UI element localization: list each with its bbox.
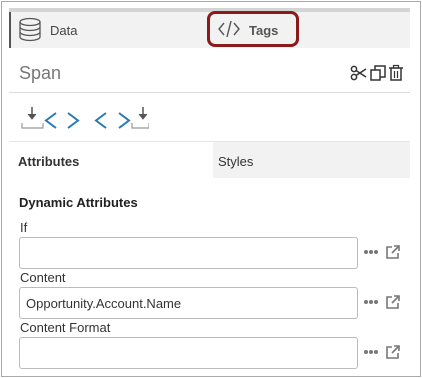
trash-icon[interactable] [388,64,404,82]
scissors-icon[interactable] [350,64,368,82]
tab-data[interactable]: Data [9,12,209,48]
external-link-icon[interactable] [385,294,401,310]
content-field[interactable] [19,287,358,319]
tab-attributes[interactable]: Attributes [9,142,213,178]
tab-data-label: Data [50,23,78,38]
insert-controls [19,105,150,140]
database-icon [18,17,42,48]
if-field[interactable] [19,237,358,269]
tab-attributes-label: Attributes [18,154,80,169]
external-link-icon[interactable] [385,344,401,360]
component-title: Span [19,63,62,83]
properties-panel: Data Tags Span Attributes Styles Dynamic… [1,1,421,377]
more-dots-icon[interactable] [363,299,379,305]
content-label: Content [20,270,66,285]
if-label: If [20,220,28,235]
tab-styles-label: Styles [218,154,254,169]
dynamic-attributes-heading: Dynamic Attributes [19,195,138,210]
attribute-tabs: Attributes Styles [9,141,410,178]
content-format-label: Content Format [20,320,111,335]
component-actions [350,64,404,82]
tags-tab-highlight [207,11,299,47]
insert-before-icon[interactable] [21,107,80,129]
more-dots-icon[interactable] [363,249,379,255]
tab-styles[interactable]: Styles [213,142,410,178]
title-divider [9,92,410,93]
copy-icon[interactable] [369,64,387,82]
insert-after-icon[interactable] [94,107,150,129]
content-format-field[interactable] [19,337,358,369]
external-link-icon[interactable] [385,244,401,260]
more-dots-icon[interactable] [363,349,379,355]
